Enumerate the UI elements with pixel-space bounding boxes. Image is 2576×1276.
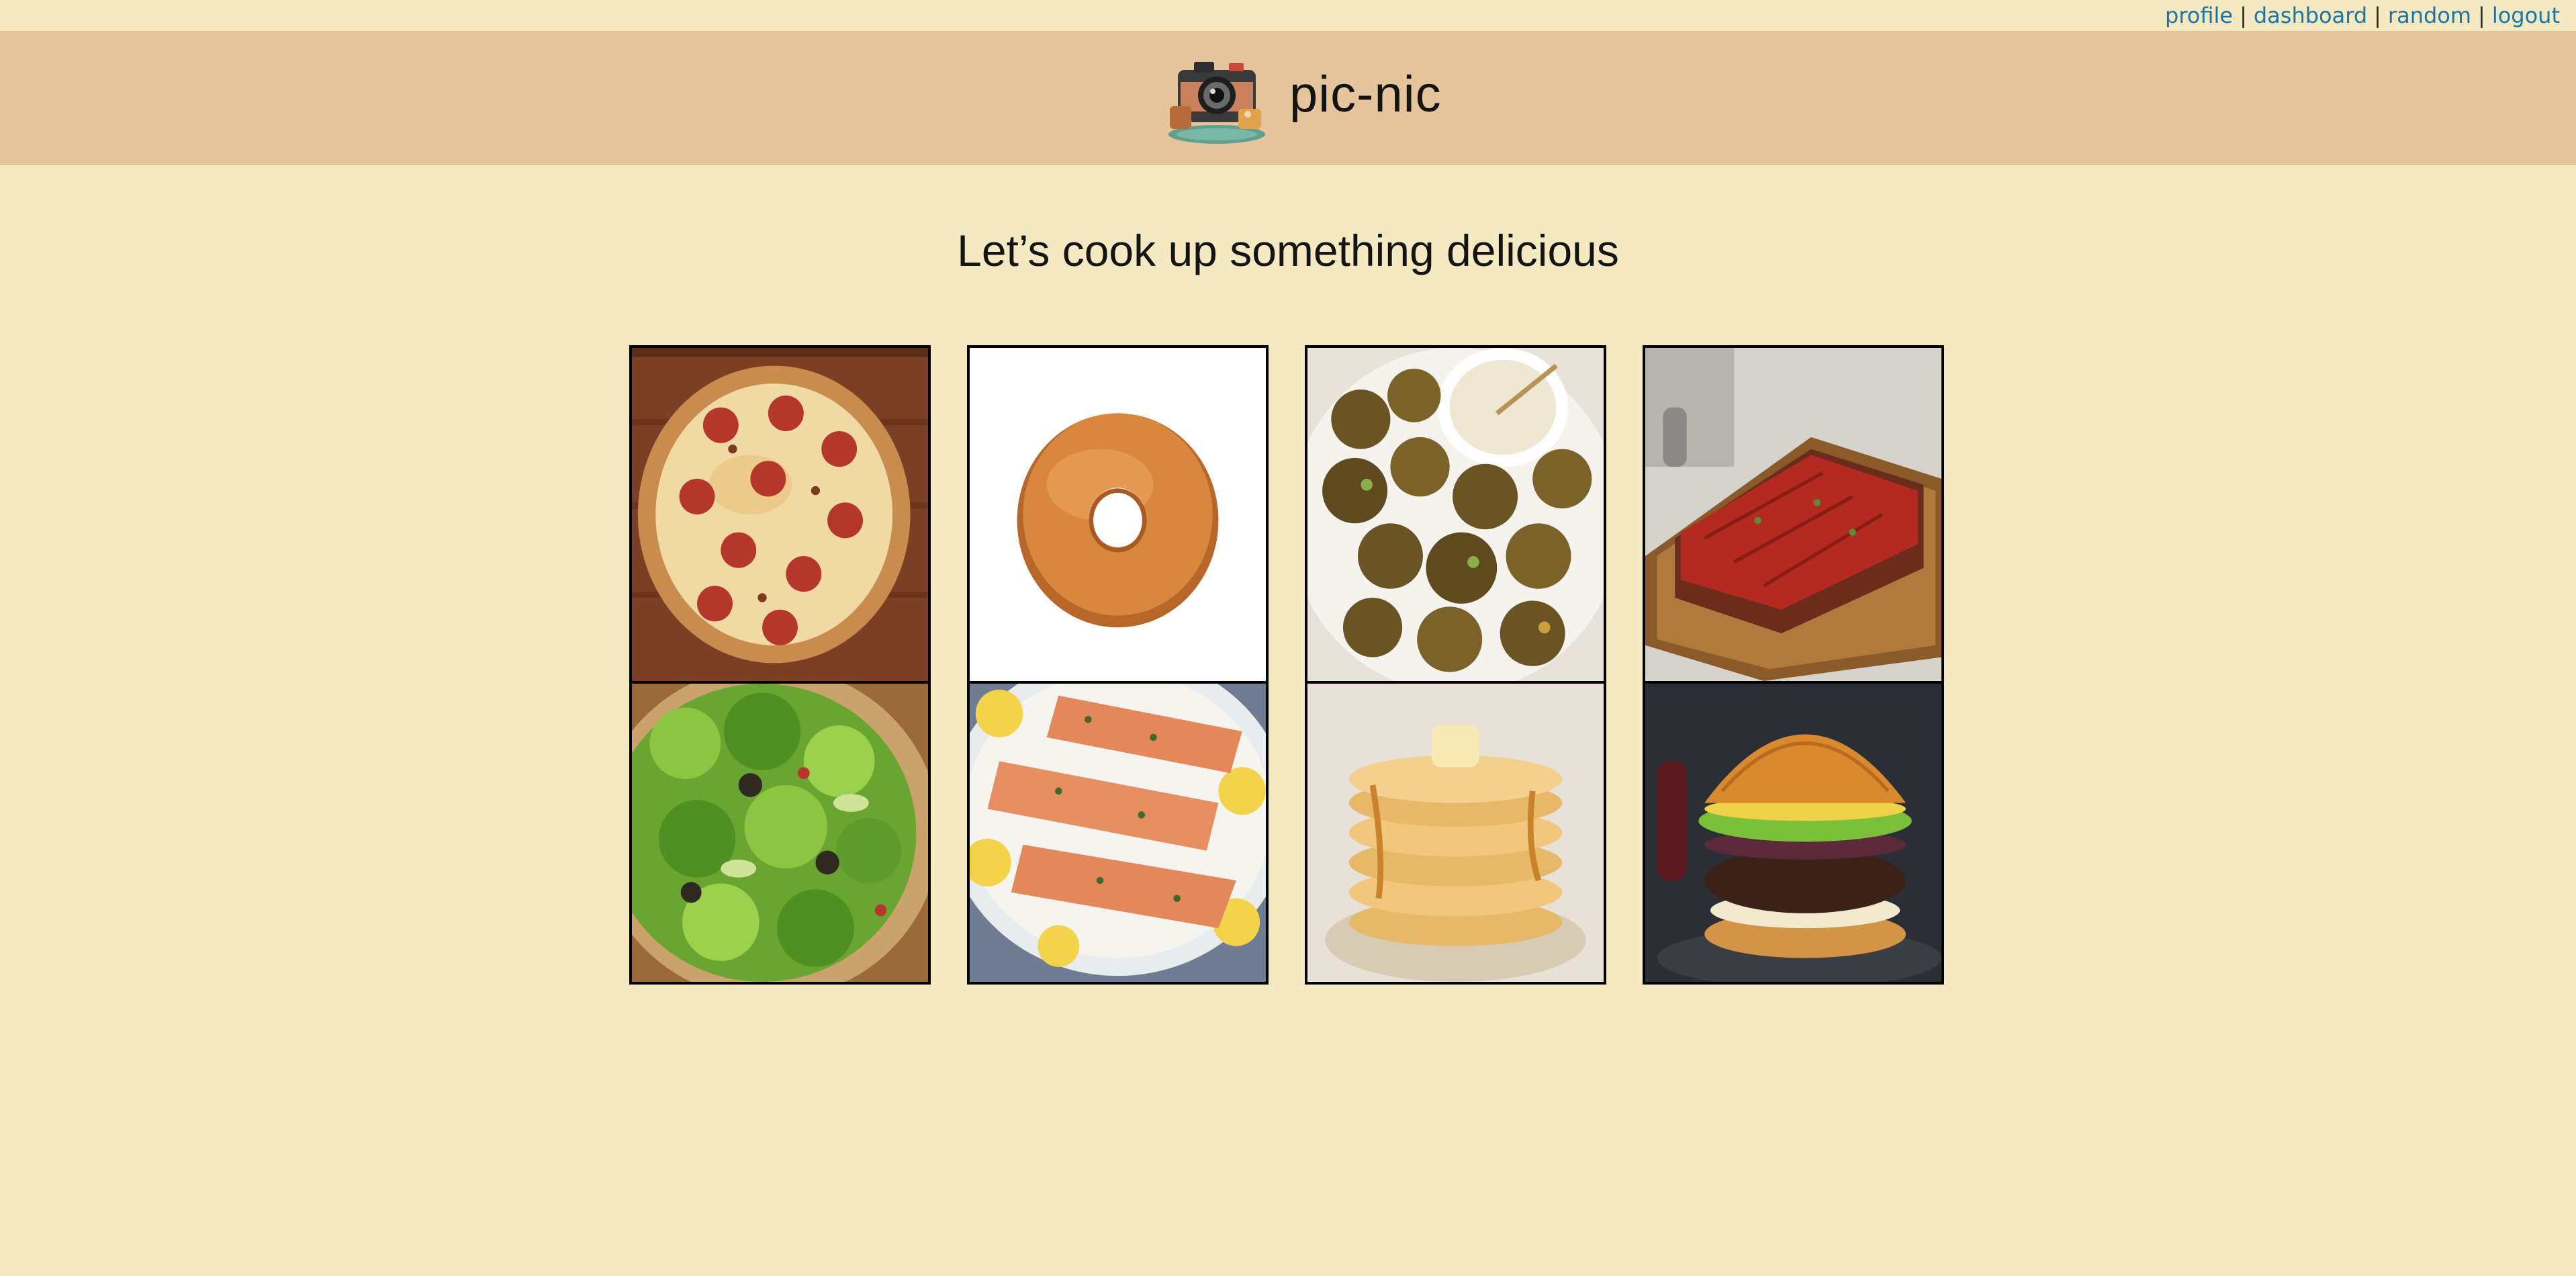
pizza-photo [632,348,928,681]
recipe-tile-pancakes[interactable] [1305,681,1606,985]
app-title: pic-nic [1289,66,1442,123]
top-nav: profile | dashboard | random | logout [2165,0,2560,31]
nav-separator: | [2374,3,2381,28]
recipe-tile-falafel[interactable] [1305,345,1606,684]
camera-picnic-icon [1163,51,1271,148]
donut-photo [970,348,1266,681]
falafel-photo [1307,348,1604,681]
recipe-tile-salmon[interactable] [967,681,1269,985]
recipe-tile-salad[interactable] [629,681,931,985]
nav-separator: | [2478,3,2485,28]
nav-link-logout[interactable]: logout [2492,3,2560,28]
brand[interactable]: pic-nic [1163,51,1442,148]
site-header: pic-nic [0,31,2576,165]
salmon-photo [970,684,1266,982]
nav-link-profile[interactable]: profile [2165,3,2233,28]
nav-link-random[interactable]: random [2388,3,2471,28]
nav-link-dashboard[interactable]: dashboard [2254,3,2367,28]
page-headline: Let’s cook up something delicious [957,226,1619,275]
pancakes-photo [1307,684,1604,982]
burger-photo [1645,684,1941,982]
recipe-tile-pizza[interactable] [629,345,931,684]
recipe-tile-donut[interactable] [967,345,1269,684]
meatloaf-photo [1645,348,1941,681]
salad-photo [632,684,928,982]
recipe-tile-burger[interactable] [1643,681,1944,985]
nav-separator: | [2240,3,2247,28]
recipe-tile-meatloaf[interactable] [1643,345,1944,684]
